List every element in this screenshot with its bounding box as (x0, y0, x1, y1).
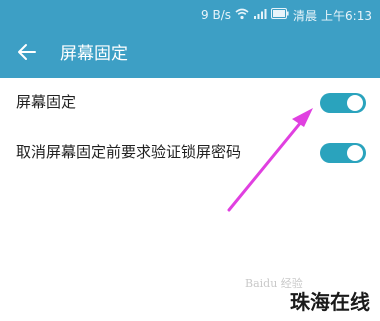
annotation-arrow (227, 108, 313, 212)
brand-watermark: 珠海在线 (290, 290, 370, 314)
